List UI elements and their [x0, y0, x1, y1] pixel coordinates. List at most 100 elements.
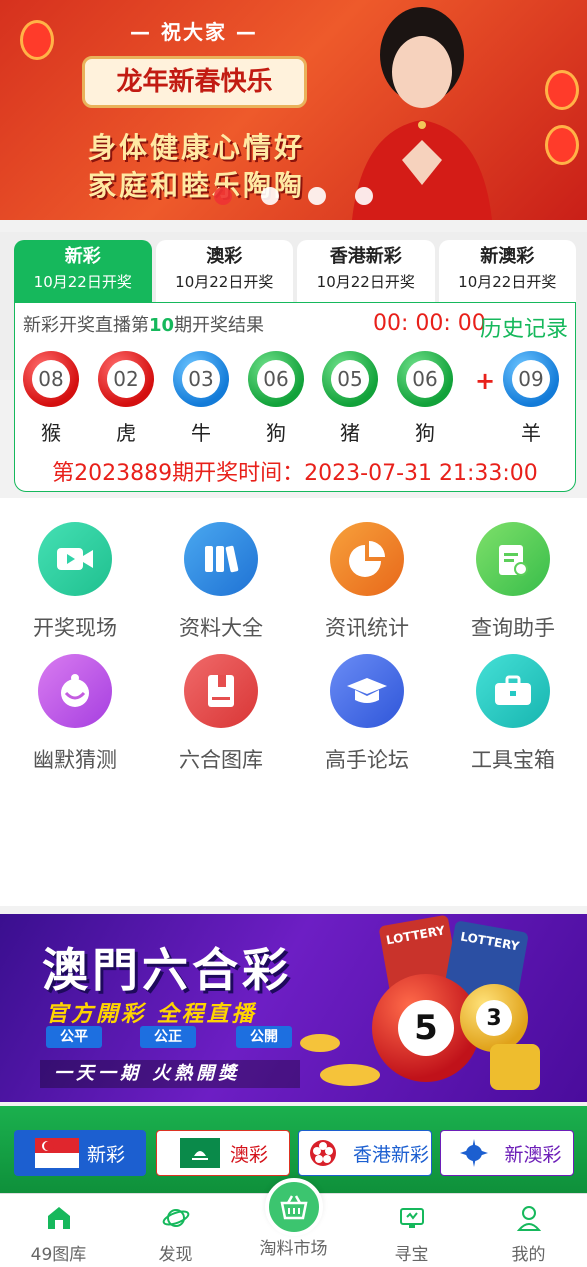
macau-promo-banner[interactable]: 澳門六合彩 官方開彩 全程直播 公平 公正 公開 一天一期 火熱開獎 LOTTE…: [0, 914, 587, 1102]
tabbar-item-treasure[interactable]: 寻宝: [353, 1204, 470, 1265]
feature-grid: 开奖现场 资料大全 资讯统计 查询助手 幽默猜测 六合图库 高手论坛 工具宝箱: [0, 498, 587, 906]
books-icon: [184, 522, 258, 596]
planet-icon: [162, 1209, 189, 1227]
promo-pill: 公正: [140, 1026, 196, 1048]
ball-number: 06: [257, 360, 295, 398]
menu-item-humor[interactable]: 幽默猜测: [2, 654, 148, 774]
tabbar-label: 49图库: [30, 1245, 87, 1265]
draw-heading: 新彩开奖直播第10期开奖结果: [23, 311, 264, 337]
lottery-ball: 02: [98, 351, 154, 407]
promo-pill: 公開: [236, 1026, 292, 1048]
tabbar-item-gallery[interactable]: 49图库: [0, 1204, 117, 1265]
tab-title: 香港新彩: [329, 246, 402, 267]
graduation-cap-icon: [330, 654, 404, 728]
tab-date: 10月22日开奖: [33, 273, 132, 291]
plus-sign: +: [475, 367, 496, 395]
tabbar-item-discover[interactable]: 发现: [117, 1204, 234, 1265]
lottery-ball: 06: [397, 351, 453, 407]
macau-flag-icon: [178, 1136, 222, 1170]
video-icon: [38, 522, 112, 596]
menu-item-label: 查询助手: [471, 616, 555, 640]
chip-label: 澳彩: [229, 1143, 268, 1166]
menu-item-toolbox[interactable]: 工具宝箱: [440, 654, 586, 774]
hero-banner[interactable]: — 祝大家 — 龙年新春快乐 身体健康心情好 家庭和睦乐陶陶: [0, 0, 587, 220]
tabbar-label: 我的: [511, 1245, 546, 1265]
joker-icon: [38, 654, 112, 728]
menu-item-label: 工具宝箱: [471, 748, 555, 772]
lottery-ball: 08: [23, 351, 79, 407]
chip-label: 新澳彩: [504, 1143, 562, 1166]
menu-item-query[interactable]: 查询助手: [440, 522, 586, 642]
ball-number: 06: [406, 360, 444, 398]
zodiac-label: 猪: [340, 421, 360, 445]
countdown-timer: 00: 00: 00: [373, 311, 486, 336]
tab-date: 10月22日开奖: [458, 273, 557, 291]
special-ball: 09: [503, 351, 559, 407]
star-flag-icon: [452, 1136, 496, 1170]
tab-title: 澳彩: [206, 246, 243, 267]
toolbox-icon: [476, 654, 550, 728]
menu-item-label: 资料大全: [179, 616, 263, 640]
coin-stack-icon: [490, 1044, 540, 1090]
zodiac-label: 狗: [415, 421, 435, 445]
tab-xincai[interactable]: 新彩 10月22日开奖: [14, 240, 152, 302]
menu-item-draw-live[interactable]: 开奖现场: [2, 522, 148, 642]
ball-number: 02: [107, 360, 145, 398]
chip-hongkong[interactable]: 香港新彩: [298, 1130, 432, 1176]
tab-date: 10月22日开奖: [316, 273, 415, 291]
chip-aocai[interactable]: 澳彩: [156, 1130, 290, 1176]
promo-pill: 公平: [46, 1026, 102, 1048]
history-link[interactable]: 历史记录: [480, 311, 568, 343]
carousel-dots: [0, 187, 587, 209]
chip-label: 新彩: [86, 1143, 125, 1166]
tab-date: 10月22日开奖: [175, 273, 274, 291]
menu-item-resources[interactable]: 资料大全: [148, 522, 294, 642]
ball-number: 5: [398, 1000, 454, 1056]
issue-number: 10: [149, 315, 175, 336]
carousel-dot[interactable]: [213, 187, 232, 205]
card-label: LOTTERY: [384, 923, 447, 948]
lantern-icon: [545, 125, 579, 165]
search-doc-icon: [476, 522, 550, 596]
monitor-icon: [399, 1208, 424, 1228]
tab-xinao[interactable]: 新澳彩 10月22日开奖: [438, 240, 576, 302]
menu-item-label: 六合图库: [179, 748, 263, 772]
tabbar-label: 发现: [158, 1245, 193, 1265]
zodiac-label: 猴: [41, 421, 61, 445]
carousel-dot[interactable]: [308, 187, 327, 205]
basket-icon: [280, 1195, 308, 1220]
tab-title: 新彩: [64, 246, 101, 267]
chip-label: 香港新彩: [352, 1143, 429, 1166]
ball-number: 03: [182, 360, 220, 398]
menu-item-label: 高手论坛: [325, 748, 409, 772]
market-center-button[interactable]: [265, 1178, 323, 1236]
banner-plaque: 龙年新春快乐: [82, 56, 307, 108]
heading-suffix: 期开奖结果: [174, 315, 265, 336]
lottery-ball: 03: [173, 351, 229, 407]
tab-title: 新澳彩: [480, 246, 535, 267]
tab-hongkong[interactable]: 香港新彩 10月22日开奖: [297, 240, 435, 302]
singapore-flag-icon: [34, 1136, 79, 1170]
tabbar-label: 寻宝: [394, 1245, 429, 1265]
zodiac-label: 虎: [116, 421, 136, 445]
tab-aocai[interactable]: 澳彩 10月22日开奖: [155, 240, 293, 302]
chip-xinao[interactable]: 新澳彩: [440, 1130, 574, 1176]
draw-result-card: 新彩开奖直播第10期开奖结果 00: 00: 00 历史记录 08 猴 02 虎…: [14, 302, 576, 492]
promo-title: 澳門六合彩: [42, 943, 292, 997]
banner-wish: — 祝大家 —: [130, 20, 258, 44]
menu-item-stats[interactable]: 资讯统计: [294, 522, 440, 642]
lottery-tabs: 新彩 10月22日开奖 澳彩 10月22日开奖 香港新彩 10月22日开奖 新澳…: [14, 240, 576, 302]
carousel-dot[interactable]: [355, 187, 374, 205]
banner-line-1: 身体健康心情好: [88, 131, 306, 164]
menu-item-forum[interactable]: 高手论坛: [294, 654, 440, 774]
coin-icon: [300, 1034, 340, 1052]
menu-item-gallery[interactable]: 六合图库: [148, 654, 294, 774]
carousel-dot[interactable]: [260, 187, 279, 205]
chip-xincai[interactable]: 新彩: [14, 1130, 146, 1176]
album-icon: [184, 654, 258, 728]
menu-item-label: 幽默猜测: [33, 748, 117, 772]
user-icon: [516, 1206, 541, 1231]
tabbar-item-profile[interactable]: 我的: [470, 1204, 587, 1265]
ball-number: 05: [331, 360, 369, 398]
tabbar-item-market[interactable]: 淘料市场: [235, 1234, 352, 1259]
